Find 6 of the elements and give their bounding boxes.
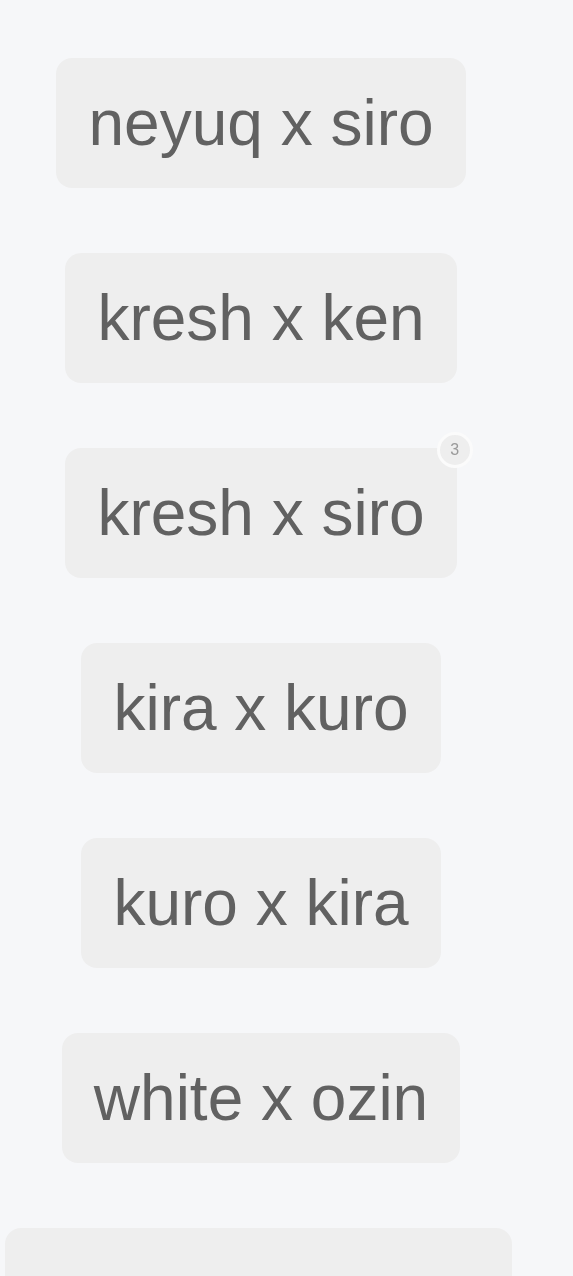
count-badge: 3: [436, 432, 473, 468]
tag-chip[interactable]: kresh x ken: [65, 253, 457, 383]
tag-chip[interactable]: neyuq x siro: [56, 58, 466, 188]
tag-chip[interactable]: white x ozin: [61, 1033, 461, 1163]
tag-chip[interactable]: kira x kuro: [81, 643, 441, 773]
tag-chip[interactable]: kuro x kira: [81, 838, 441, 968]
